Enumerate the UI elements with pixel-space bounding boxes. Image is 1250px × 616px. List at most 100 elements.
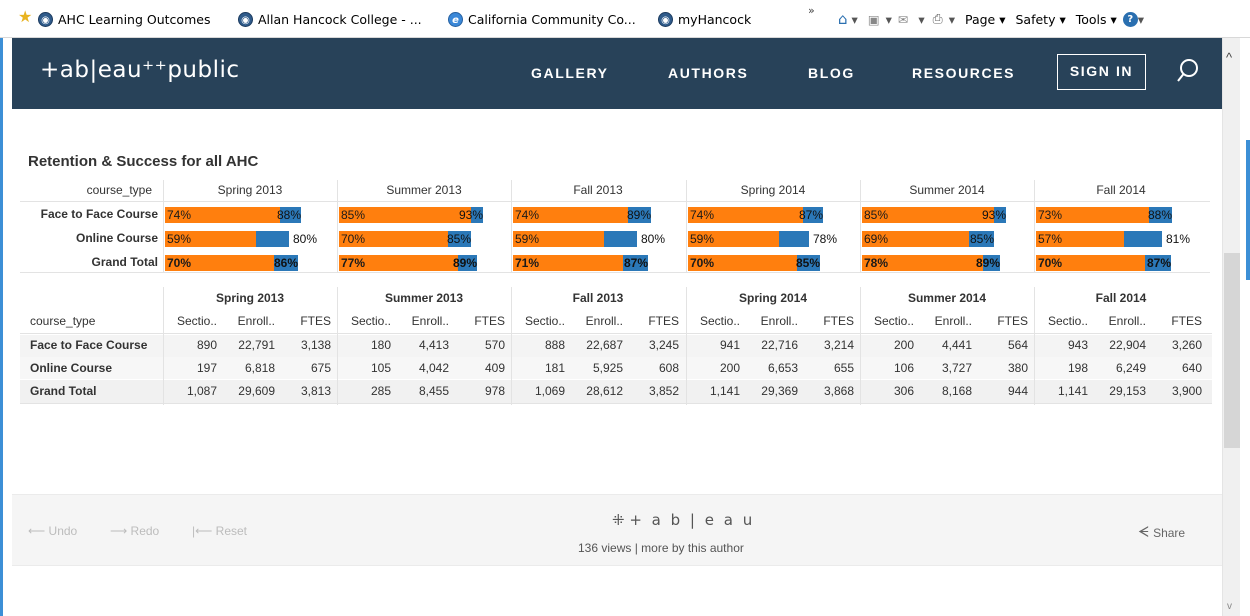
nav-gallery[interactable]: GALLERY (531, 65, 609, 81)
site-icon: ◉ (658, 11, 673, 27)
column-divider (1034, 180, 1035, 272)
table-row-label: Face to Face Course (30, 338, 148, 352)
favorites-star-icon[interactable]: ★ (18, 9, 32, 25)
table-cell: 22,716 (761, 338, 798, 352)
table-cell: 105 (370, 361, 391, 375)
undo-label: Undo (48, 524, 78, 538)
retention-label: 78% (813, 232, 838, 246)
column-divider (686, 287, 687, 405)
favorite-label: California Community Co... (468, 11, 636, 27)
retention-label: 88% (277, 208, 302, 222)
redo-button[interactable]: ⟶ Redo (110, 524, 159, 538)
nav-authors[interactable]: AUTHORS (668, 65, 748, 81)
site-icon: ◉ (38, 11, 53, 27)
table-cell: 106 (893, 361, 914, 375)
table-cell: 941 (719, 338, 740, 352)
success-label: 59% (167, 232, 192, 246)
table-cell: 6,818 (244, 361, 275, 375)
tableau-brand[interactable]: ⁜ + a b | e a u (612, 511, 755, 529)
favorite-link-ahc-outcomes[interactable]: ◉ AHC Learning Outcomes (38, 10, 210, 28)
redo-label: Redo (130, 524, 160, 538)
page-menu[interactable]: Page ▾ (965, 12, 1006, 27)
table-cell: 3,138 (300, 338, 331, 352)
ie-icon: e (448, 11, 463, 27)
tableau-public-logo[interactable]: +ab|eau⁺⁺public (40, 57, 240, 83)
column-divider (860, 180, 861, 272)
safety-menu[interactable]: Safety ▾ (1015, 12, 1065, 27)
scroll-thumb[interactable] (1224, 253, 1240, 448)
scroll-up-icon[interactable]: ^ (1226, 50, 1232, 65)
favorite-label: Allan Hancock College - ... (258, 11, 422, 27)
favorite-link-myhancock[interactable]: ◉ myHancock (658, 10, 751, 28)
favorites-bar: ★ ◉ AHC Learning Outcomes ◉ Allan Hancoc… (0, 0, 1250, 38)
column-divider (511, 287, 512, 405)
table-sub-header: Enroll.. (585, 314, 623, 328)
success-label: 70% (341, 232, 366, 246)
nav-resources[interactable]: RESOURCES (912, 65, 1015, 81)
viz-toolbar: ⟵ Undo ⟶ Redo |⟵ Reset ⁜ + a b | e a u 1… (12, 494, 1222, 566)
home-icon[interactable]: ⌂ (838, 10, 848, 28)
table-sub-header: Sectio.. (1047, 314, 1088, 328)
views-count[interactable]: 136 views | more by this author (578, 541, 744, 555)
table-sub-header: FTES (648, 314, 679, 328)
table-cell: 944 (1007, 384, 1028, 398)
success-label: 78% (864, 256, 889, 270)
retention-label: 80% (641, 232, 666, 246)
page-scrollbar[interactable]: ^ v (1222, 38, 1240, 616)
success-label: 59% (690, 232, 715, 246)
retention-label: 87% (624, 256, 649, 270)
table-cell: 3,813 (300, 384, 331, 398)
table-cell: 4,042 (418, 361, 449, 375)
share-button[interactable]: ᗕ Share (1138, 524, 1185, 541)
table-sub-header: Enroll.. (411, 314, 449, 328)
undo-button[interactable]: ⟵ Undo (28, 524, 77, 538)
column-divider (686, 180, 687, 272)
retention-label: 87% (1147, 256, 1172, 270)
column-divider (163, 287, 164, 405)
scroll-down-icon[interactable]: v (1227, 601, 1232, 612)
table-cell: 380 (1007, 361, 1028, 375)
success-label: 70% (1038, 256, 1063, 270)
mail-icon[interactable]: ✉ (898, 12, 908, 27)
favorite-link-allan-hancock[interactable]: ◉ Allan Hancock College - ... (238, 10, 422, 28)
window-left-edge (0, 38, 3, 616)
chart-row-header: course_type (86, 183, 152, 197)
table-cell: 943 (1067, 338, 1088, 352)
retention-label: 81% (1166, 232, 1191, 246)
column-divider (511, 180, 512, 272)
tools-menu[interactable]: Tools ▾ (1076, 12, 1117, 27)
chart-column-header: Spring 2014 (740, 183, 806, 197)
print-icon[interactable]: ⎙ (933, 11, 943, 27)
table-cell: 8,168 (941, 384, 972, 398)
table-cell: 4,413 (418, 338, 449, 352)
table-cell: 285 (370, 384, 391, 398)
table-cell: 640 (1181, 361, 1202, 375)
success-label: 70% (690, 256, 715, 270)
success-label: 74% (515, 208, 540, 222)
table-cell: 3,245 (648, 338, 679, 352)
nav-blog[interactable]: BLOG (808, 65, 855, 81)
table-cell: 8,455 (418, 384, 449, 398)
overflow-chevron-icon[interactable]: » (808, 4, 815, 17)
table-cell: 29,153 (1109, 384, 1146, 398)
column-divider (163, 180, 164, 272)
table-cell: 306 (893, 384, 914, 398)
table-divider (20, 333, 1212, 334)
column-divider (860, 287, 861, 405)
reset-button[interactable]: |⟵ Reset (192, 524, 247, 538)
chart-row-label: Face to Face Course (40, 207, 158, 221)
help-icon[interactable]: ? (1122, 11, 1138, 27)
table-sub-header: Sectio.. (524, 314, 565, 328)
favorite-link-california-cc[interactable]: e California Community Co... (448, 10, 636, 28)
table-cell: 1,087 (186, 384, 217, 398)
reset-label: Reset (215, 524, 248, 538)
chart-column-header: Fall 2014 (1096, 183, 1146, 197)
site-icon: ◉ (238, 11, 253, 27)
sign-in-button[interactable]: SIGN IN (1057, 54, 1146, 90)
retention-label: 86% (274, 256, 299, 270)
feeds-icon[interactable]: ▣ (868, 12, 880, 27)
chart-column-header: Spring 2013 (217, 183, 283, 197)
retention-label: 93% (459, 208, 484, 222)
search-icon[interactable] (1177, 58, 1199, 84)
column-divider (337, 287, 338, 405)
